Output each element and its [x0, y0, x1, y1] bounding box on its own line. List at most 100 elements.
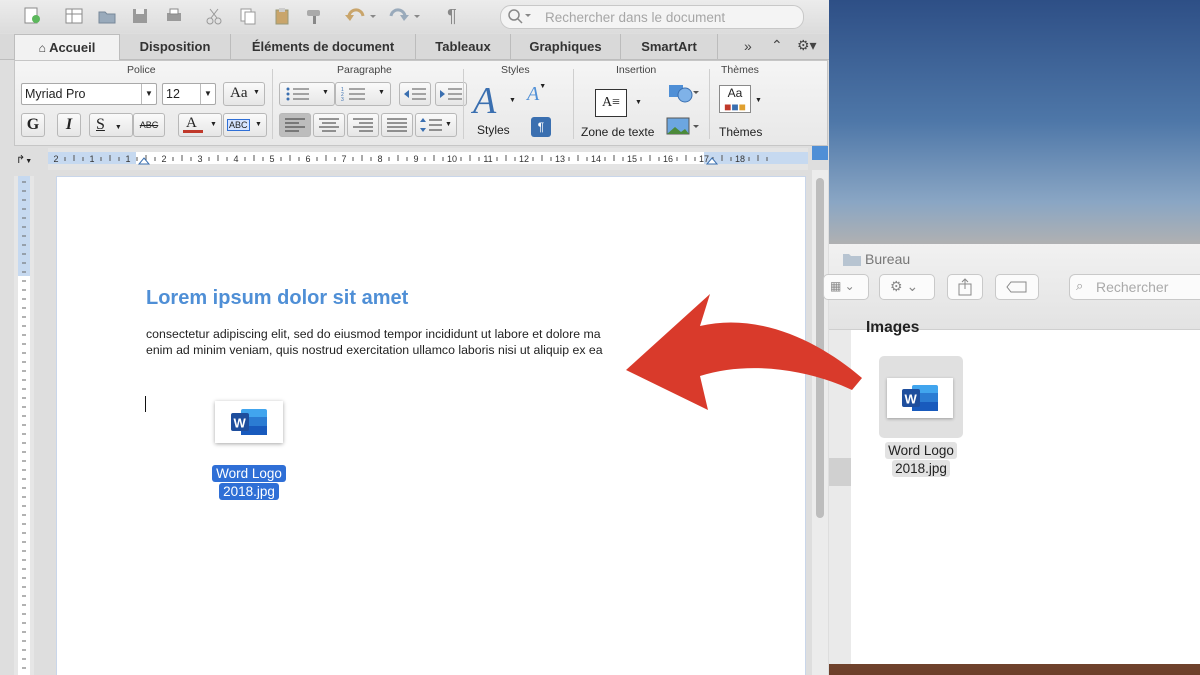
- tab-disposition[interactable]: Disposition: [120, 34, 231, 59]
- align-left-icon[interactable]: [279, 113, 311, 137]
- file-name-line: 2018.jpg: [892, 460, 950, 477]
- action-button[interactable]: ⚙ ⌄: [879, 274, 935, 300]
- finder-file-item[interactable]: W Word Logo 2018.jpg: [879, 356, 963, 480]
- bullets-button[interactable]: ▼: [279, 82, 335, 106]
- text-box-icon: A≡: [595, 89, 627, 117]
- gear-icon: ⚙ ⌄: [890, 278, 919, 294]
- share-button[interactable]: [947, 274, 983, 300]
- collapse-ribbon-icon[interactable]: ⌃: [771, 37, 783, 54]
- highlight-button[interactable]: ABC ▼: [223, 113, 267, 137]
- word-logo-icon: W: [902, 385, 938, 411]
- justify-icon[interactable]: [381, 113, 413, 137]
- font-color-button[interactable]: A ▼: [178, 113, 222, 137]
- finder-title: Bureau: [865, 251, 911, 267]
- save-icon[interactable]: [128, 5, 152, 27]
- tab-elements-de-document[interactable]: Éléments de document: [231, 34, 416, 59]
- ruler-number: 1: [89, 154, 94, 164]
- styles-button[interactable]: A ▼ Styles: [471, 79, 519, 139]
- group-label-insertion: Insertion: [616, 64, 657, 76]
- chevron-down-icon: ▼: [253, 89, 260, 96]
- split-view-handle[interactable]: [812, 146, 828, 160]
- shapes-icon[interactable]: [665, 81, 701, 107]
- sidebar-selection[interactable]: [829, 458, 851, 486]
- file-icon-selection: W: [879, 356, 963, 438]
- group-separator: [272, 69, 273, 139]
- italic-icon[interactable]: I: [57, 113, 81, 137]
- more-tabs-icon[interactable]: »: [744, 38, 752, 54]
- text-box-label: Zone de texte: [581, 125, 655, 139]
- dragged-file-name: Word Logo 2018.jpg: [204, 465, 294, 501]
- line-spacing-button[interactable]: ▼: [415, 113, 457, 137]
- horizontal-ruler[interactable]: 2 1 1 2 3 4 5 6 7 8 9 10 11 12 13 14 15 16 17 18: [48, 148, 808, 170]
- copy-icon[interactable]: [236, 5, 260, 27]
- undo-icon[interactable]: [342, 5, 378, 27]
- finder-search-field[interactable]: ⌕ Rechercher: [1069, 274, 1200, 300]
- document-search-field[interactable]: Rechercher dans le document: [500, 5, 804, 29]
- strikethrough-icon[interactable]: ABC: [133, 113, 165, 137]
- ruler-number: 17: [699, 154, 709, 164]
- ruler-number: 13: [555, 154, 565, 164]
- vertical-ruler: [14, 176, 34, 675]
- quick-access-toolbar: ¶ Rechercher dans le document: [0, 0, 829, 33]
- align-center-icon[interactable]: [313, 113, 345, 137]
- ruler-number: 14: [591, 154, 601, 164]
- format-painter-icon[interactable]: [302, 5, 326, 27]
- numbering-button[interactable]: 123 ▼: [335, 82, 391, 106]
- bold-icon[interactable]: G: [21, 113, 45, 137]
- document-heading[interactable]: Lorem ipsum dolor sit amet: [146, 287, 408, 310]
- tab-accueil[interactable]: ⌂ Accueil: [14, 34, 120, 60]
- picture-icon[interactable]: [665, 115, 701, 139]
- tags-button[interactable]: [995, 274, 1039, 300]
- font-name-select[interactable]: Myriad Pro ▼: [21, 83, 157, 105]
- font-color-swatch: [183, 130, 203, 133]
- ruler-number: 16: [663, 154, 673, 164]
- group-separator: [573, 69, 574, 139]
- styles-label: Styles: [477, 123, 510, 137]
- search-icon: [507, 8, 533, 24]
- change-case-button[interactable]: Aa ▼: [223, 82, 265, 106]
- tab-smartart[interactable]: SmartArt: [621, 34, 718, 59]
- ruler-number: 2: [161, 154, 166, 164]
- svg-text:W: W: [905, 392, 918, 407]
- text-box-button[interactable]: A≡ ▼ Zone de texte: [579, 79, 663, 141]
- styles-pane-icon[interactable]: ¶: [531, 117, 551, 137]
- search-placeholder: Rechercher dans le document: [545, 10, 726, 25]
- document-paragraph-line[interactable]: consectetur adipiscing elit, sed do eius…: [146, 327, 601, 341]
- tab-graphiques[interactable]: Graphiques: [511, 34, 621, 59]
- font-size-select[interactable]: 12 ▼: [162, 83, 216, 105]
- ribbon-settings-icon[interactable]: ⚙▾: [797, 37, 817, 54]
- ruler-number: 11: [483, 154, 492, 164]
- decrease-indent-icon[interactable]: [399, 82, 431, 106]
- underline-button[interactable]: S ▼: [89, 113, 133, 137]
- pilcrow-icon[interactable]: ¶: [440, 5, 464, 27]
- text-effects-icon[interactable]: A▼: [527, 83, 557, 107]
- arrow-shape: [626, 294, 862, 410]
- group-label-paragraphe: Paragraphe: [337, 64, 392, 76]
- align-right-icon[interactable]: [347, 113, 379, 137]
- file-name-line: Word Logo: [885, 442, 957, 459]
- open-folder-icon[interactable]: [95, 5, 119, 27]
- cut-icon[interactable]: [202, 5, 226, 27]
- new-document-icon[interactable]: [20, 5, 44, 27]
- finder-file-name: Word Logo 2018.jpg: [875, 442, 967, 478]
- tab-label: Accueil: [49, 40, 96, 55]
- dragged-file[interactable]: W Word Logo 2018.jpg: [207, 397, 291, 505]
- tab-stop-selector[interactable]: ↱▼: [16, 153, 32, 166]
- ruler-number: 2: [53, 154, 58, 164]
- tab-tableaux[interactable]: Tableaux: [416, 34, 511, 59]
- file-thumbnail: W: [887, 378, 953, 418]
- document-paragraph-line[interactable]: enim ad minim veniam, quis nostrud exerc…: [146, 343, 603, 357]
- finder-search-placeholder: Rechercher: [1096, 279, 1169, 295]
- paste-icon[interactable]: [270, 5, 294, 27]
- print-icon[interactable]: [162, 5, 186, 27]
- ruler-number: 7: [341, 154, 346, 164]
- group-separator: [709, 69, 710, 139]
- templates-icon[interactable]: [62, 5, 86, 27]
- file-name-line: Word Logo: [212, 465, 286, 482]
- redo-icon[interactable]: [386, 5, 422, 27]
- themes-button[interactable]: Aa ■■■ ▼ Thèmes: [715, 79, 771, 141]
- ruler-number: 10: [447, 154, 457, 164]
- vertical-ruler-ticks: [18, 176, 30, 675]
- home-icon: ⌂: [38, 41, 46, 55]
- group-label-themes: Thèmes: [721, 64, 759, 76]
